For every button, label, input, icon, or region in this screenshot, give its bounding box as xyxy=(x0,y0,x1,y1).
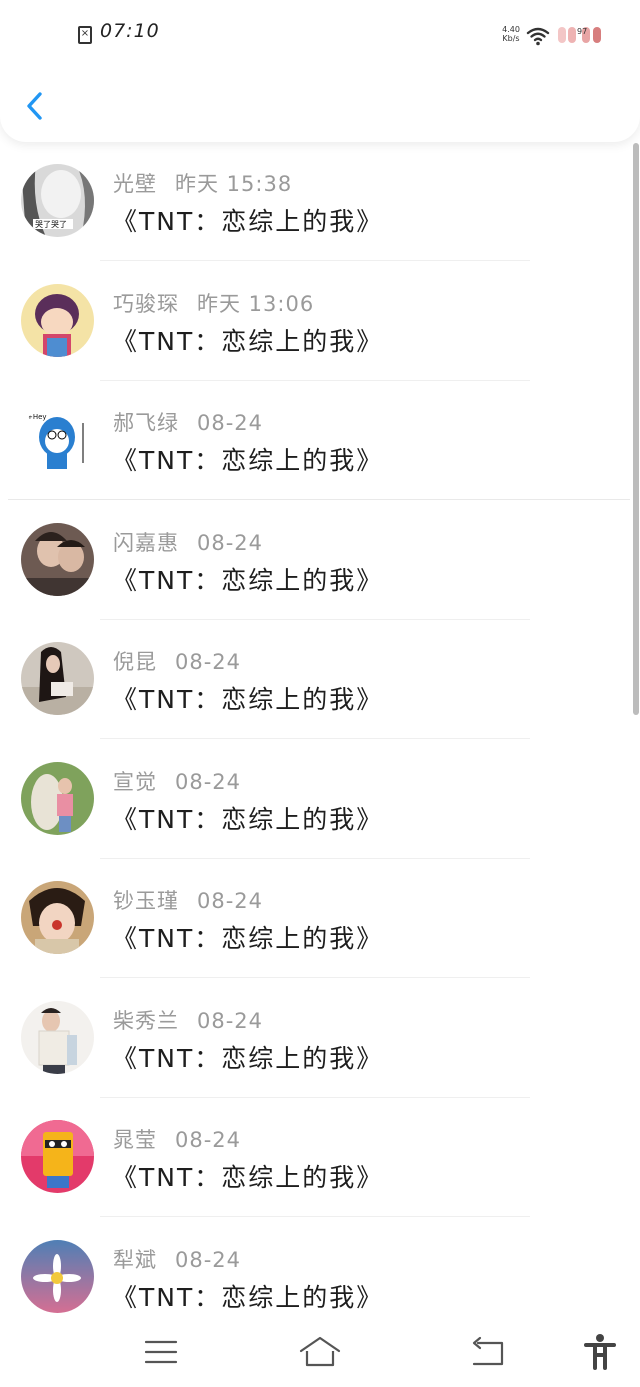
item-title: 《TNT：恋综上的我》 xyxy=(112,326,384,356)
avatar xyxy=(21,761,94,835)
user-name[interactable]: 光壁 xyxy=(113,172,157,196)
user-name[interactable]: 柴秀兰 xyxy=(113,1009,179,1033)
avatar xyxy=(21,1239,94,1313)
item-header: 闪嘉惠 08-24 xyxy=(113,527,263,557)
item-header: 犁斌 08-24 xyxy=(113,1244,241,1274)
accessibility-icon[interactable] xyxy=(578,1332,622,1372)
user-name[interactable]: 倪昆 xyxy=(113,650,157,674)
status-bar: × 07:10 4.40 Kb/s 97 xyxy=(0,0,640,70)
item-title: 《TNT：恋综上的我》 xyxy=(112,207,384,236)
item-header: 倪昆 08-24 xyxy=(113,646,241,676)
item-title: 《TNT：恋综上的我》 xyxy=(112,1163,384,1192)
item-title: 《TNT：恋综上的我》 xyxy=(112,685,384,714)
comment-date: 08-24 xyxy=(197,889,264,913)
list-item[interactable]: 晁莹 08-24 《TNT：恋综上的我》 xyxy=(0,1098,640,1218)
item-header: 宣觉 08-24 xyxy=(113,766,241,796)
user-name[interactable]: 晁莹 xyxy=(113,1128,157,1152)
avatar xyxy=(21,642,94,715)
comment-date: 08-24 xyxy=(175,769,242,794)
svg-text:+Hey: +Hey xyxy=(27,413,47,421)
avatar xyxy=(21,1000,94,1074)
item-header: 郝飞绿 08-24 xyxy=(113,407,263,437)
svg-text:哭了哭了: 哭了哭了 xyxy=(35,220,67,229)
list-item[interactable]: 哭了哭了 光壁 昨天 15:38 《TNT：恋综上的我》 xyxy=(0,142,640,262)
comment-date: 昨天 15:38 xyxy=(175,172,293,196)
list-item[interactable]: 宣觉 08-24 《TNT：恋综上的我》 xyxy=(0,740,640,860)
status-time: 07:10 xyxy=(100,20,160,42)
item-title: 《TNT：恋综上的我》 xyxy=(112,1043,384,1073)
item-title: 《TNT：恋综上的我》 xyxy=(112,446,384,475)
comment-date: 08-24 xyxy=(197,1008,264,1033)
menu-icon[interactable] xyxy=(139,1332,183,1372)
user-name[interactable]: 闪嘉惠 xyxy=(113,531,179,555)
network-speed-value: 4.40 xyxy=(502,25,520,34)
list-item[interactable]: +Hey 郝飞绿 08-24 《TNT：恋综上的我》 xyxy=(0,381,640,501)
battery-icon: 97 xyxy=(558,27,602,43)
scrollbar[interactable] xyxy=(633,143,639,715)
network-speed-unit: Kb/s xyxy=(502,34,520,43)
item-title: 《TNT：恋综上的我》 xyxy=(112,565,384,595)
item-title: 《TNT：恋综上的我》 xyxy=(112,924,384,953)
item-header: 晁莹 08-24 xyxy=(113,1124,241,1154)
user-name[interactable]: 钞玉瑾 xyxy=(113,889,179,913)
item-title: 《TNT：恋综上的我》 xyxy=(112,804,384,834)
comment-date: 08-24 xyxy=(175,1247,242,1272)
user-name[interactable]: 宣觉 xyxy=(113,770,157,794)
item-header: 光壁 昨天 15:38 xyxy=(113,168,292,198)
comment-date: 08-24 xyxy=(197,411,264,435)
avatar xyxy=(21,283,94,357)
item-header: 钞玉瑾 08-24 xyxy=(113,885,263,915)
system-navigation-bar xyxy=(0,1318,640,1387)
avatar xyxy=(21,881,94,954)
list-item[interactable]: 巧骏琛 昨天 13:06 《TNT：恋综上的我》 xyxy=(0,262,640,382)
avatar xyxy=(21,1120,94,1193)
wifi-icon xyxy=(526,27,550,46)
list-item[interactable]: 倪昆 08-24 《TNT：恋综上的我》 xyxy=(0,620,640,740)
item-header: 巧骏琛 昨天 13:06 xyxy=(113,288,314,318)
comment-list: 哭了哭了 光壁 昨天 15:38 《TNT：恋综上的我》 巧骏琛 昨天 13:06 … xyxy=(0,142,640,1337)
comment-date: 08-24 xyxy=(175,1128,242,1152)
user-name[interactable]: 巧骏琛 xyxy=(113,292,179,316)
item-title: 《TNT：恋综上的我》 xyxy=(112,1282,384,1312)
back-button[interactable] xyxy=(20,86,54,126)
sim-card-icon: × xyxy=(78,26,92,44)
comment-date: 昨天 13:06 xyxy=(197,291,315,316)
back-icon[interactable] xyxy=(466,1332,510,1372)
list-item[interactable]: 闪嘉惠 08-24 《TNT：恋综上的我》 xyxy=(0,501,640,621)
home-icon[interactable] xyxy=(298,1332,342,1372)
user-name[interactable]: 郝飞绿 xyxy=(113,411,179,435)
avatar xyxy=(21,522,94,596)
network-speed: 4.40 Kb/s xyxy=(500,25,522,43)
avatar: 哭了哭了 xyxy=(21,164,94,237)
user-name[interactable]: 犁斌 xyxy=(113,1248,157,1272)
comment-date: 08-24 xyxy=(197,530,264,555)
comment-date: 08-24 xyxy=(175,650,242,674)
avatar: +Hey xyxy=(21,403,94,476)
list-item[interactable]: 钞玉瑾 08-24 《TNT：恋综上的我》 xyxy=(0,859,640,979)
list-item[interactable]: 柴秀兰 08-24 《TNT：恋综上的我》 xyxy=(0,979,640,1099)
top-bar: × 07:10 4.40 Kb/s 97 xyxy=(0,0,640,142)
item-header: 柴秀兰 08-24 xyxy=(113,1005,263,1035)
battery-level: 97 xyxy=(577,27,588,36)
